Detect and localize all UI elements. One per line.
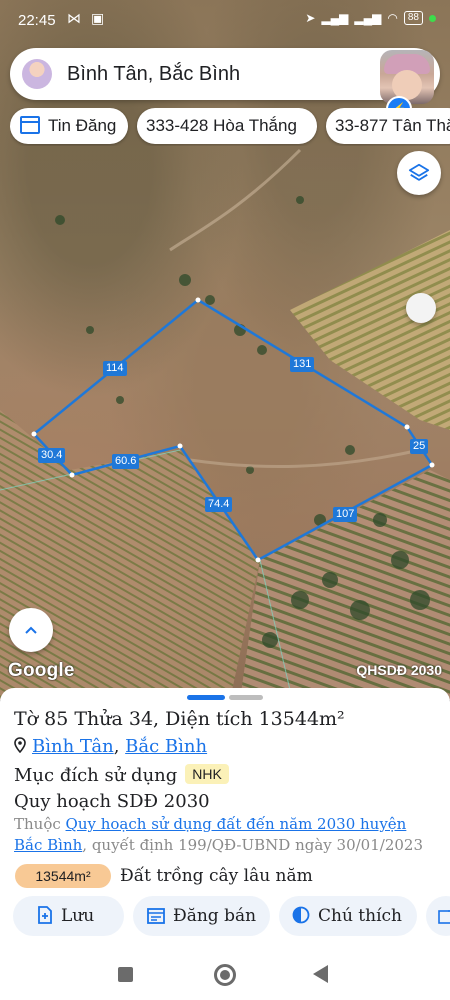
add-file-icon [38,906,52,924]
edge-length-label: 114 [103,361,127,376]
legend-button[interactable]: Chú thích [279,896,417,936]
map-view[interactable]: 114 131 25 107 74.4 60.6 30.4 Google QHS… [0,0,450,700]
parcel-location: Bình Tân, Bắc Bình [14,736,207,757]
recents-icon[interactable] [118,967,133,982]
signal-icon: ▂▄▆ [321,11,349,25]
location-link-district[interactable]: Bắc Bình [125,736,207,757]
home-icon[interactable] [214,964,236,986]
post-sale-label: Đăng bán [173,906,257,926]
location-pin-icon [14,737,26,754]
plan-description: Thuộc Quy hoạch sử dụng đất đến năm 2030… [14,814,434,856]
app-notification-icon: ⋈ [67,10,81,26]
location-icon: ➤ [305,11,316,25]
post-sale-button[interactable]: Đăng bán [133,896,270,936]
legend-label: Chú thích [318,906,402,926]
chip-tin-dang[interactable]: Tin Đăng [10,108,128,144]
desc-prefix: Thuộc [14,815,66,833]
google-logo: Google [8,660,75,681]
chip-label: 333-428 Hòa Thắng [146,116,297,135]
layers-button[interactable] [397,151,441,195]
location-separator: , [113,736,126,757]
listing-icon [147,908,165,924]
edge-length-label: 74.4 [205,497,233,512]
chip-parcel[interactable]: 333-428 Hòa Thắng [137,108,317,144]
chip-label: Tin Đăng [48,116,117,135]
battery-icon: 88 [403,11,423,25]
desc-suffix: , quyết định 199/QĐ-UBND ngày 30/01/2023 [82,836,423,854]
land-type-text: Đất trồng cây lâu năm [120,866,313,886]
expand-up-button[interactable] [9,608,53,652]
app-notification-icon: ▣ [91,10,105,26]
chip-label: 33-877 Tân Thắ [335,116,450,135]
purpose-row: Mục đích sử dụng NHK [14,764,229,786]
chip-parcel[interactable]: 33-877 Tân Thắ [326,108,450,144]
filter-chips: Tin Đăng 333-428 Hòa Thắng 33-877 Tân Th… [10,108,450,146]
status-icons: ➤ ▂▄▆ ▂▄▆ ◠ 88 [305,11,436,25]
back-icon[interactable] [313,965,328,983]
purpose-label: Mục đích sử dụng [14,765,178,786]
action-row: Lưu Đăng bán Chú thích [0,896,450,938]
edge-length-label: 60.6 [112,454,140,469]
plan-label: Quy hoạch SDĐ 2030 [14,791,210,812]
field-northeast [290,230,450,430]
layer-label: QHSDĐ 2030 [356,662,442,678]
edge-length-label: 131 [290,357,315,372]
chevron-up-icon [25,626,37,634]
system-nav-bar [0,952,450,1000]
privacy-dot-icon [429,14,436,22]
edge-length-label: 107 [333,507,358,522]
layers-icon [408,163,430,181]
purpose-code-badge: NHK [185,764,229,784]
avatar[interactable] [380,50,434,104]
edge-length-label: 30.4 [38,448,66,463]
map-overlay [0,148,450,700]
area-badge: 13544m² [15,864,111,888]
edge-length-label: 25 [410,439,429,454]
search-query[interactable]: Bình Tân, Bắc Bình [67,63,240,86]
add-photo-icon [438,910,450,924]
status-time: 22:45 [18,12,56,29]
parcel-title: Tờ 85 Thửa 34, Diện tích 13544m² [14,708,345,730]
dirt-road [169,148,302,252]
contrast-icon [292,906,310,924]
save-label: Lưu [61,906,95,926]
search-bar[interactable]: Bình Tân, Bắc Bình [10,48,440,104]
compass-button[interactable] [406,293,436,323]
more-action-button[interactable] [426,896,450,936]
save-button[interactable]: Lưu [13,896,124,936]
signal-icon: ▂▄▆ [354,11,382,25]
newspaper-icon [20,116,40,134]
place-thumbnail [22,59,52,89]
sheet-handle[interactable] [187,695,225,700]
wifi-icon: ◠ [387,11,398,25]
status-bar: 22:45 ⋈ ▣ ➤ ▂▄▆ ▂▄▆ ◠ 88 [0,0,450,42]
sheet-handle[interactable] [229,695,263,700]
location-link-commune[interactable]: Bình Tân [32,736,114,757]
dirt-road [189,448,421,469]
